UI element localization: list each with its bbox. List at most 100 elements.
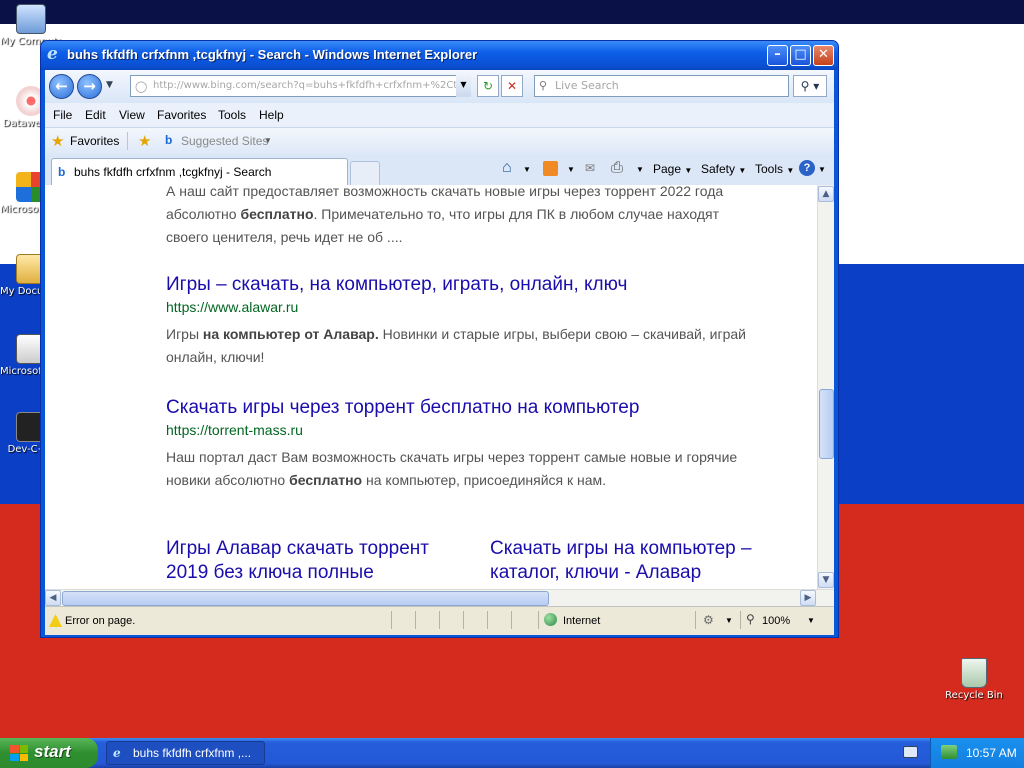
result-1-line-1: Игры на компьютер от Алавар. Новинки и с… xyxy=(166,323,786,346)
menu-view[interactable]: View xyxy=(119,108,145,122)
help-chevron-icon[interactable]: ▼ xyxy=(818,165,826,174)
ie-logo-icon: e xyxy=(47,44,58,64)
snippet-text: Игры xyxy=(166,326,203,342)
search-go-button[interactable]: ⚲ ▾ xyxy=(793,75,827,97)
protected-mode-chevron-icon[interactable]: ▼ xyxy=(725,616,733,625)
intro-line-1: А наш сайт предоставляет возможность ска… xyxy=(166,185,724,199)
add-favorites-icon[interactable]: ★ xyxy=(138,132,151,150)
clock[interactable]: 10:57 AM xyxy=(966,746,1017,760)
intro-bold: бесплатно xyxy=(240,206,314,222)
intro-text: . Примечательно то, что игры для ПК в лю… xyxy=(313,206,719,222)
result-3b-line-1: Скачать игры на компьютер – xyxy=(490,538,752,559)
result-3b-title-link[interactable]: Скачать игры на компьютер – каталог, клю… xyxy=(490,537,790,585)
refresh-button[interactable]: ↻ xyxy=(477,75,499,97)
protected-mode-icon[interactable]: ⚙ xyxy=(703,613,714,627)
scroll-up-arrow-icon[interactable]: ▲ xyxy=(818,186,834,202)
address-dropdown-button[interactable]: ▼ xyxy=(456,75,471,97)
status-divider xyxy=(511,611,512,629)
minimize-button[interactable]: – xyxy=(767,45,788,66)
home-icon[interactable]: ⌂ xyxy=(502,159,512,177)
horizontal-scrollbar[interactable]: ◀ ▶ xyxy=(45,589,834,606)
ie-window: e buhs fkfdfh crfxfnm ,tcgkfnyj - Search… xyxy=(40,40,839,638)
status-message[interactable]: Error on page. xyxy=(65,615,135,627)
wallpaper-top-band xyxy=(0,0,1024,24)
safety-menu[interactable]: Safety ▼ xyxy=(701,162,746,176)
bing-favicon-icon: b xyxy=(165,133,173,147)
tab-title: buhs fkfdfh crfxfnm ,tcgkfnyj - Search xyxy=(74,165,272,179)
page-menu[interactable]: Page ▼ xyxy=(653,162,692,176)
window-client: ← → ▼ ◯ http://www.bing.com/search?q=buh… xyxy=(45,70,834,635)
status-divider xyxy=(487,611,488,629)
new-tab-button[interactable] xyxy=(350,161,380,185)
search-input[interactable]: ⚲ Live Search xyxy=(534,75,789,97)
rss-feed-icon[interactable] xyxy=(543,161,558,176)
menu-edit[interactable]: Edit xyxy=(85,108,106,122)
network-icon[interactable] xyxy=(941,745,957,759)
snippet-text: на компьютер, присоединяйся к нам. xyxy=(362,472,607,488)
stop-button[interactable]: ✕ xyxy=(501,75,523,97)
address-bar[interactable]: ◯ http://www.bing.com/search?q=buhs+fkfd… xyxy=(130,75,471,97)
favorites-bar: ★ Favorites ★ b Suggested Sites ▼ xyxy=(45,127,834,155)
menu-help[interactable]: Help xyxy=(259,108,284,122)
maximize-button[interactable]: □ xyxy=(790,45,811,66)
favorites-button[interactable]: Favorites xyxy=(70,134,119,148)
start-label: start xyxy=(34,742,71,761)
security-zone[interactable]: Internet xyxy=(563,615,600,627)
internet-zone-globe-icon xyxy=(544,613,557,626)
suggested-sites-button[interactable]: Suggested Sites xyxy=(181,134,268,148)
forward-button[interactable]: → xyxy=(77,74,102,99)
recycle-bin[interactable]: Recycle Bin xyxy=(943,658,1005,701)
computer-icon xyxy=(16,4,46,34)
vertical-scroll-thumb[interactable] xyxy=(819,389,834,459)
zoom-level[interactable]: 100% xyxy=(762,615,790,627)
close-button[interactable]: ✕ xyxy=(813,45,834,66)
rss-chevron-icon[interactable]: ▼ xyxy=(567,165,575,174)
system-tray: 10:57 AM xyxy=(930,738,1024,768)
result-1-snippet: Игры на компьютер от Алавар. Новинки и с… xyxy=(166,323,786,369)
home-chevron-icon[interactable]: ▼ xyxy=(523,165,531,174)
favorites-divider xyxy=(127,132,128,150)
title-bar[interactable]: e buhs fkfdfh crfxfnm ,tcgkfnyj - Search… xyxy=(41,41,838,70)
search-icon: ⚲ xyxy=(539,79,548,92)
help-icon[interactable]: ? xyxy=(799,160,815,176)
tab-row: b buhs fkfdfh crfxfnm ,tcgkfnyj - Search… xyxy=(45,155,834,185)
result-1-title-link[interactable]: Игры – скачать, на компьютер, играть, он… xyxy=(166,274,627,296)
result-3a-line-2: 2019 без ключа полные xyxy=(166,562,374,583)
result-3a-line-1: Игры Алавар скачать торрент xyxy=(166,538,429,559)
vertical-scrollbar[interactable]: ▲ ▼ xyxy=(817,185,834,589)
start-button[interactable]: start xyxy=(0,738,98,768)
menu-bar: File Edit View Favorites Tools Help xyxy=(45,103,834,127)
page-menu-label: Page xyxy=(653,162,682,176)
recent-pages-chevron-icon[interactable]: ▼ xyxy=(106,80,113,90)
scroll-down-arrow-icon[interactable]: ▼ xyxy=(818,572,834,588)
recycle-bin-icon xyxy=(961,658,987,688)
result-1-url: https://www.alawar.ru xyxy=(166,299,299,315)
status-divider xyxy=(439,611,440,629)
result-2-title-link[interactable]: Скачать игры через торрент бесплатно на … xyxy=(166,397,639,419)
zoom-chevron-icon[interactable]: ▼ xyxy=(807,616,815,625)
print-icon[interactable]: ⎙ xyxy=(611,159,623,176)
read-mail-icon[interactable]: ✉ xyxy=(585,161,595,175)
result-3a-title-link[interactable]: Игры Алавар скачать торрент 2019 без клю… xyxy=(166,537,466,585)
horizontal-scroll-thumb[interactable] xyxy=(62,591,549,606)
back-button[interactable]: ← xyxy=(49,74,74,99)
snippet-text: новики абсолютно xyxy=(166,472,290,488)
status-divider xyxy=(740,611,741,629)
menu-favorites[interactable]: Favorites xyxy=(157,108,206,122)
scroll-right-arrow-icon[interactable]: ▶ xyxy=(800,590,816,606)
menu-tools[interactable]: Tools xyxy=(218,108,246,122)
menu-file[interactable]: File xyxy=(53,108,72,122)
tab-current[interactable]: b buhs fkfdfh crfxfnm ,tcgkfnyj - Search xyxy=(51,158,348,185)
ie-logo-icon: e xyxy=(113,746,121,760)
result-1-line-2: онлайн, ключи! xyxy=(166,349,265,365)
safety-menu-chevron-icon: ▼ xyxy=(738,166,747,175)
print-chevron-icon[interactable]: ▼ xyxy=(636,165,644,174)
taskbar-item-ie[interactable]: e buhs fkfdfh crfxfnm ,... xyxy=(106,741,265,765)
tools-menu[interactable]: Tools ▼ xyxy=(755,162,794,176)
warning-icon[interactable] xyxy=(49,614,62,627)
scroll-left-arrow-icon[interactable]: ◀ xyxy=(45,590,61,606)
search-placeholder: Live Search xyxy=(555,79,619,92)
status-divider xyxy=(391,611,392,629)
status-divider xyxy=(538,611,539,629)
keyboard-icon[interactable] xyxy=(903,746,918,758)
